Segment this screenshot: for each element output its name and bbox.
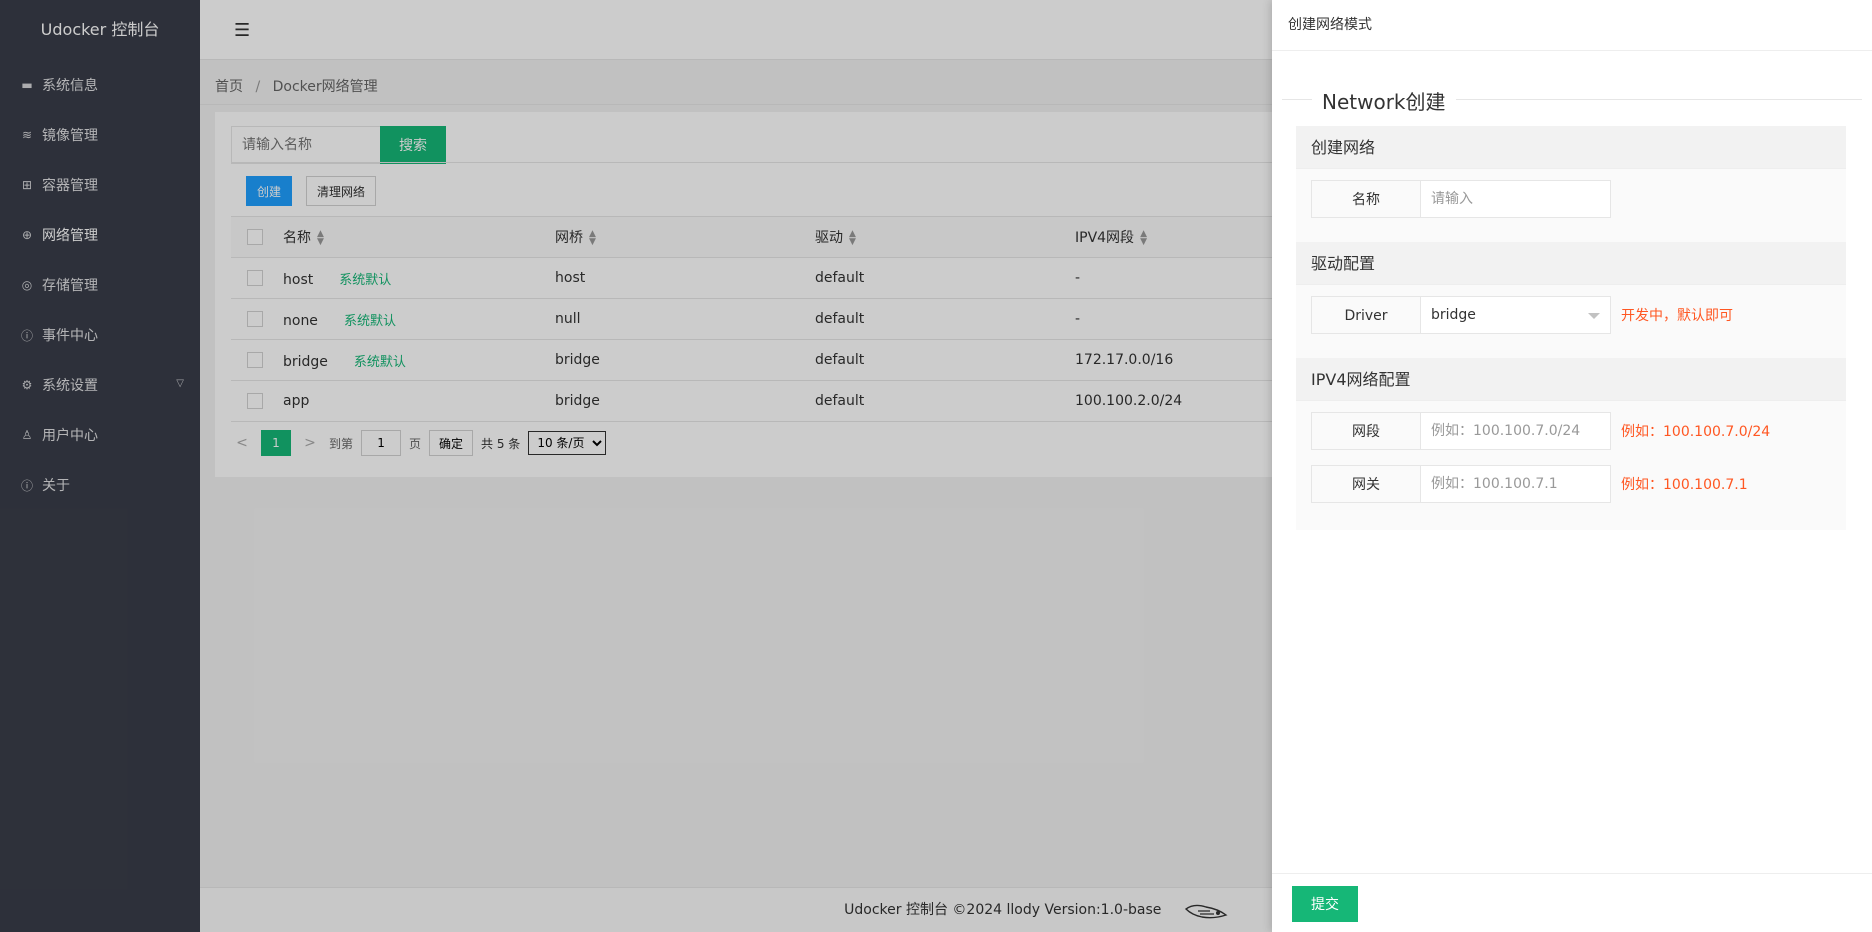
driver-select[interactable]: bridge (1421, 296, 1611, 334)
gateway-input[interactable] (1421, 465, 1611, 503)
driver-select-value: bridge (1431, 307, 1476, 323)
driver-label: Driver (1311, 296, 1421, 334)
drawer-footer: 提交 (1272, 873, 1872, 932)
gateway-hint: 例如：100.100.7.1 (1621, 477, 1748, 493)
driver-hint: 开发中，默认即可 (1621, 308, 1733, 324)
section-title: 驱动配置 (1296, 242, 1846, 285)
form-row-subnet: 网段 例如：100.100.7.0/24 (1311, 412, 1770, 450)
fieldset-legend: Network创建 (1312, 86, 1456, 115)
form-row-name: 名称 (1311, 180, 1611, 218)
section-create-network: 创建网络 名称 (1296, 126, 1846, 242)
caret-down-icon (1588, 313, 1600, 319)
section-title: 创建网络 (1296, 126, 1846, 169)
subnet-label: 网段 (1311, 412, 1421, 450)
section-title: IPV4网络配置 (1296, 358, 1846, 401)
create-network-drawer: 创建网络模式 Network创建 创建网络 名称 驱动配置 Driver bri… (1272, 0, 1872, 932)
drawer-title: 创建网络模式 (1272, 0, 1872, 51)
subnet-input[interactable] (1421, 412, 1611, 450)
form-row-gateway: 网关 例如：100.100.7.1 (1311, 465, 1748, 503)
section-ipv4-config: IPV4网络配置 网段 例如：100.100.7.0/24 网关 例如：100.… (1296, 358, 1846, 530)
gateway-label: 网关 (1311, 465, 1421, 503)
fieldset: Network创建 (1282, 80, 1862, 115)
submit-button[interactable]: 提交 (1292, 886, 1358, 922)
section-driver-config: 驱动配置 Driver bridge 开发中，默认即可 (1296, 242, 1846, 358)
name-label: 名称 (1311, 180, 1421, 218)
subnet-hint: 例如：100.100.7.0/24 (1621, 424, 1771, 440)
form-row-driver: Driver bridge 开发中，默认即可 (1311, 296, 1733, 334)
name-input[interactable] (1421, 180, 1611, 218)
